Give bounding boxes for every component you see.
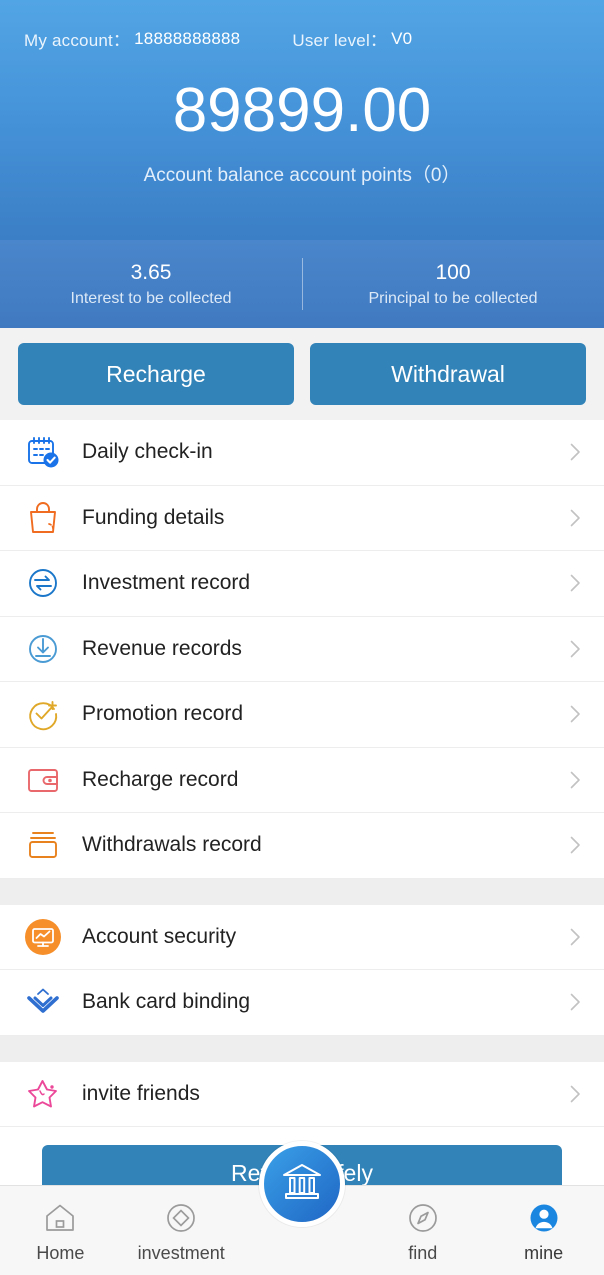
wallet-icon xyxy=(24,761,62,799)
account-page: My account： 18888888888 User level： V0 8… xyxy=(0,0,604,1275)
tab-find[interactable]: find xyxy=(362,1186,483,1275)
menu-item-revenue-records[interactable]: Revenue records xyxy=(0,616,604,682)
download-circle-icon xyxy=(24,630,62,668)
chevron-right-icon xyxy=(564,926,586,948)
account-balance-caption: Account balance account points（0） xyxy=(143,165,461,186)
shopping-bag-icon xyxy=(24,499,62,537)
stat-interest-label: Interest to be collected xyxy=(70,290,232,308)
tab-mine-label: mine xyxy=(524,1243,564,1263)
menu-item-investment-record[interactable]: Investment record xyxy=(0,551,604,617)
menu-item-account-security[interactable]: Account security xyxy=(0,904,604,970)
bank-fab-button[interactable] xyxy=(259,1141,345,1227)
chevron-right-icon xyxy=(564,572,586,594)
tab-home[interactable]: Home xyxy=(0,1186,121,1275)
menu-item-recharge-record[interactable]: Recharge record xyxy=(0,747,604,813)
menu-item-label: Recharge record xyxy=(82,767,239,791)
diamond-icon xyxy=(164,1197,198,1239)
group-separator xyxy=(0,878,604,905)
menu-group: Daily check-in Funding details Investment … xyxy=(0,420,604,879)
account-header: My account： 18888888888 User level： V0 8… xyxy=(0,0,604,240)
menu-item-label: Funding details xyxy=(82,505,225,529)
recharge-button[interactable]: Recharge xyxy=(18,343,294,405)
collection-stats-bar: 3.65 Interest to be collected 100 Princi… xyxy=(0,240,604,328)
menu-group: Account security Bank card binding xyxy=(0,904,604,1036)
tab-home-label: Home xyxy=(36,1243,85,1263)
account-label: My account： xyxy=(24,31,131,50)
menu-item-label: Revenue records xyxy=(82,636,242,660)
stat-interest: 3.65 Interest to be collected xyxy=(0,260,302,308)
monitor-chart-icon xyxy=(24,918,62,956)
chevron-right-icon xyxy=(564,638,586,660)
menu-item-funding-details[interactable]: Funding details xyxy=(0,485,604,551)
account-info-row: My account： 18888888888 User level： V0 xyxy=(24,26,580,51)
compass-icon xyxy=(406,1197,440,1239)
chevron-right-icon xyxy=(564,703,586,725)
menu-item-daily-check-in[interactable]: Daily check-in xyxy=(0,420,604,486)
person-icon xyxy=(527,1197,561,1239)
menu-list: Daily check-in Funding details Investment … xyxy=(0,420,604,1127)
user-level-value: V0 xyxy=(391,28,413,48)
exchange-circle-icon xyxy=(24,564,62,602)
star-icon xyxy=(24,1075,62,1113)
group-separator xyxy=(0,1035,604,1062)
account-balance-amount: 89899.00 xyxy=(172,76,432,145)
calendar-check-icon xyxy=(24,433,62,471)
menu-item-withdrawals-record[interactable]: Withdrawals record xyxy=(0,813,604,879)
stat-principal-label: Principal to be collected xyxy=(368,290,538,308)
menu-item-label: Investment record xyxy=(82,571,251,595)
tab-investment-label: investment xyxy=(137,1243,225,1263)
stats-divider xyxy=(302,258,303,310)
chevron-right-icon xyxy=(564,441,586,463)
chevron-right-icon xyxy=(564,507,586,529)
chevron-right-icon xyxy=(564,769,586,791)
menu-item-promotion-record[interactable]: Promotion record xyxy=(0,682,604,748)
stat-interest-value: 3.65 xyxy=(130,260,172,284)
menu-item-label: Account security xyxy=(82,924,237,948)
withdrawal-button[interactable]: Withdrawal xyxy=(310,343,586,405)
home-icon xyxy=(43,1197,77,1239)
bank-chevron-icon xyxy=(24,983,62,1021)
chevron-right-icon xyxy=(564,991,586,1013)
tab-mine[interactable]: mine xyxy=(483,1186,604,1275)
stat-principal-value: 100 xyxy=(435,260,471,284)
tab-investment[interactable]: investment xyxy=(121,1186,242,1275)
menu-group: invite friends xyxy=(0,1061,604,1127)
menu-item-invite-friends[interactable]: invite friends xyxy=(0,1061,604,1127)
menu-item-label: Bank card binding xyxy=(82,990,251,1014)
menu-item-bank-card-binding[interactable]: Bank card binding xyxy=(0,970,604,1036)
menu-item-label: invite friends xyxy=(82,1081,200,1105)
stat-principal: 100 Principal to be collected xyxy=(302,260,604,308)
account-number: 18888888888 xyxy=(134,28,241,48)
drawer-icon xyxy=(24,826,62,864)
tab-find-label: find xyxy=(408,1243,438,1263)
menu-item-label: Promotion record xyxy=(82,702,244,726)
check-plus-icon xyxy=(24,695,62,733)
chevron-right-icon xyxy=(564,1083,586,1105)
chevron-right-icon xyxy=(564,834,586,856)
primary-actions: Recharge Withdrawal xyxy=(0,328,604,420)
menu-item-label: Withdrawals record xyxy=(82,833,262,857)
bank-icon xyxy=(278,1158,326,1211)
menu-item-label: Daily check-in xyxy=(82,440,213,464)
user-level-label: User level： xyxy=(292,31,388,50)
